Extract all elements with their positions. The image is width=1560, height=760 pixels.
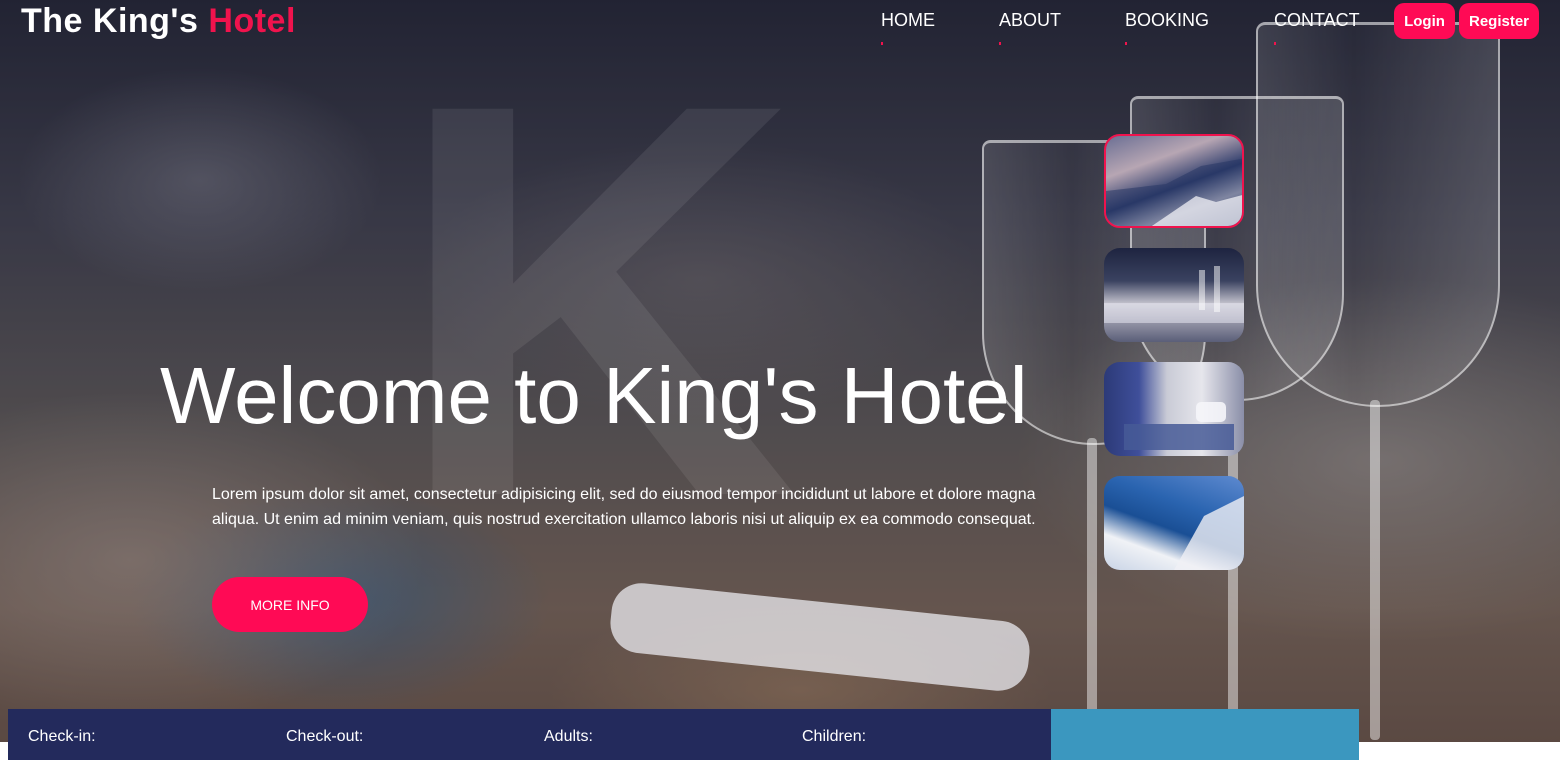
site-logo[interactable]: The King's Hotel <box>21 2 296 41</box>
napkin-image <box>607 580 1033 694</box>
restaurant-tables-image <box>1104 266 1244 323</box>
hotel-room-image <box>1124 402 1234 450</box>
wine-glass-stem <box>1087 438 1097 738</box>
thumbnail-restaurant[interactable] <box>1104 248 1244 342</box>
wine-glass-stem <box>1370 400 1380 740</box>
checkin-label[interactable]: Check-in: <box>28 728 96 746</box>
hero-title: Welcome to King's Hotel <box>160 351 1028 440</box>
booking-submit-button[interactable] <box>1051 709 1359 760</box>
nav-about[interactable]: ABOUT <box>999 10 1061 45</box>
register-button[interactable]: Register <box>1459 3 1539 39</box>
checkout-label[interactable]: Check-out: <box>286 728 363 746</box>
more-info-button[interactable]: MORE INFO <box>212 577 368 632</box>
brand-name: The King's <box>21 2 199 40</box>
wine-glass-image <box>1256 22 1500 407</box>
brand-name-accent: Hotel <box>208 2 296 40</box>
adults-label[interactable]: Adults: <box>544 728 593 746</box>
thumbnail-santorini-sunset[interactable] <box>1104 134 1244 228</box>
thumbnail-hotel-room[interactable] <box>1104 362 1244 456</box>
nav-booking[interactable]: BOOKING <box>1125 10 1209 45</box>
nav-home[interactable]: HOME <box>881 10 935 45</box>
santorini-sunset-image <box>1106 158 1242 226</box>
santorini-coast-image <box>1174 496 1244 570</box>
login-button[interactable]: Login <box>1394 3 1455 39</box>
hero-description: Lorem ipsum dolor sit amet, consectetur … <box>212 486 1036 528</box>
nav-contact[interactable]: CONTACT <box>1274 10 1360 45</box>
thumbnail-santorini-coast[interactable] <box>1104 476 1244 570</box>
children-label[interactable]: Children: <box>802 728 866 746</box>
booking-bar: Check-in: Check-out: Adults: Children: <box>8 709 1359 760</box>
